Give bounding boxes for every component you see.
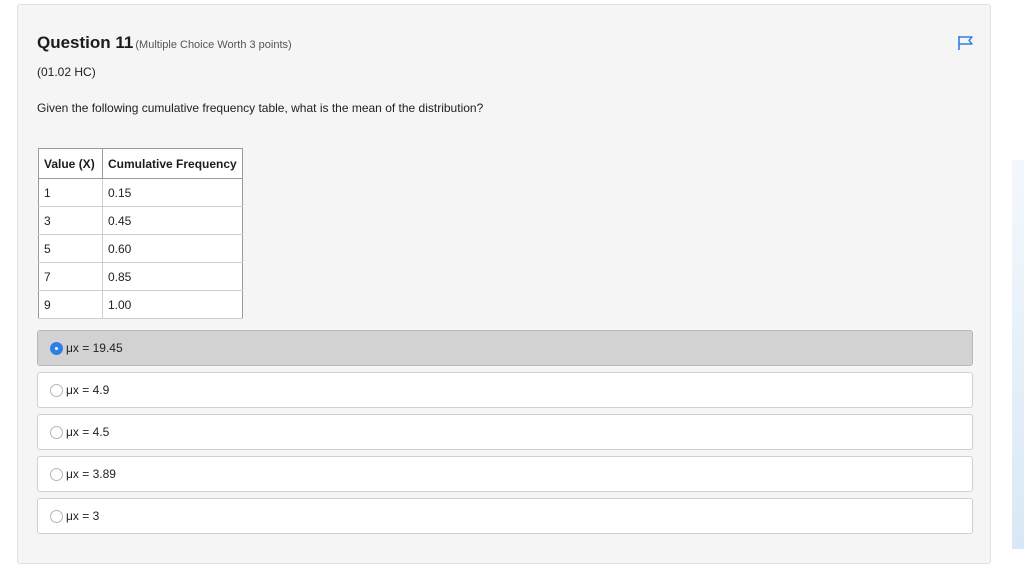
- table-row: 5 0.60: [38, 234, 243, 263]
- cumulative-frequency-table: Value (X) Cumulative Frequency 1 0.15 3 …: [38, 148, 243, 319]
- table-cell-value: 9: [38, 290, 103, 319]
- table-cell-frequency: 0.85: [102, 262, 243, 291]
- answer-option-e[interactable]: μx = 3: [37, 498, 973, 534]
- answer-option-d[interactable]: μx = 3.89: [37, 456, 973, 492]
- radio-unselected-icon[interactable]: [50, 383, 63, 397]
- flag-icon[interactable]: [956, 35, 976, 51]
- table-cell-value: 7: [38, 262, 103, 291]
- table-cell-value: 3: [38, 206, 103, 235]
- table-row: 7 0.85: [38, 262, 243, 291]
- table-cell-frequency: 0.45: [102, 206, 243, 235]
- table-cell-frequency: 1.00: [102, 290, 243, 319]
- table-cell-value: 5: [38, 234, 103, 263]
- table-cell-frequency: 0.15: [102, 178, 243, 207]
- answer-options: μx = 19.45 μx = 4.9 μx = 4.5 μx = 3.89 μ…: [37, 330, 973, 540]
- answer-option-label: μx = 19.45: [66, 341, 123, 355]
- column-header-value: Value (X): [38, 148, 103, 179]
- answer-option-a[interactable]: μx = 19.45: [37, 330, 973, 366]
- table-row: 3 0.45: [38, 206, 243, 235]
- table-header-row: Value (X) Cumulative Frequency: [38, 148, 243, 179]
- question-title: Question 11: [37, 33, 134, 52]
- answer-option-label: μx = 4.9: [66, 383, 110, 397]
- answer-option-label: μx = 4.5: [66, 425, 110, 439]
- question-card: Question 11 (Multiple Choice Worth 3 poin…: [17, 4, 991, 564]
- question-text: Given the following cumulative frequency…: [37, 101, 484, 115]
- answer-option-label: μx = 3.89: [66, 467, 116, 481]
- side-panel-edge: [1012, 160, 1024, 549]
- answer-option-c[interactable]: μx = 4.5: [37, 414, 973, 450]
- table-row: 9 1.00: [38, 290, 243, 319]
- radio-unselected-icon[interactable]: [50, 509, 63, 523]
- table-cell-frequency: 0.60: [102, 234, 243, 263]
- question-worth: (Multiple Choice Worth 3 points): [135, 39, 292, 51]
- table-cell-value: 1: [38, 178, 103, 207]
- answer-option-b[interactable]: μx = 4.9: [37, 372, 973, 408]
- radio-selected-icon[interactable]: [50, 341, 63, 355]
- column-header-cumulative-frequency: Cumulative Frequency: [102, 148, 243, 179]
- question-code: (01.02 HC): [37, 65, 96, 79]
- table-row: 1 0.15: [38, 178, 243, 207]
- radio-unselected-icon[interactable]: [50, 425, 63, 439]
- answer-option-label: μx = 3: [66, 509, 100, 523]
- radio-unselected-icon[interactable]: [50, 467, 63, 481]
- question-header: Question 11 (Multiple Choice Worth 3 poin…: [37, 33, 292, 53]
